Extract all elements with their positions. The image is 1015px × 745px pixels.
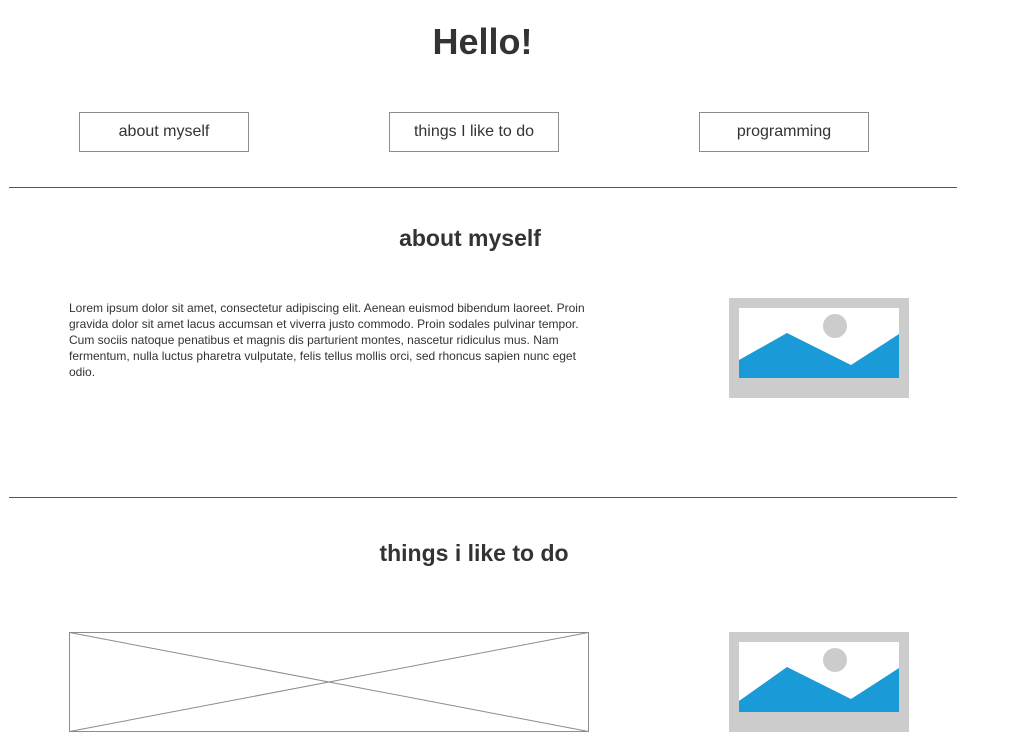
empty-placeholder-icon <box>69 632 589 732</box>
section-heading-about: about myself <box>399 225 541 251</box>
section-divider <box>9 187 957 188</box>
section-heading-things: things i like to do <box>379 540 569 566</box>
nav-button-label: things I like to do <box>413 123 535 140</box>
nav-button-about-myself[interactable]: about myself <box>79 112 249 152</box>
image-placeholder-icon <box>729 632 909 732</box>
section-divider <box>9 497 957 498</box>
page-title: Hello! <box>432 21 533 62</box>
nav-button-programming[interactable]: programming <box>699 112 869 152</box>
nav-button-things-i-like[interactable]: things I like to do <box>389 112 559 152</box>
nav-button-label: programming <box>736 123 832 140</box>
about-text: Lorem ipsum dolor sit amet, consectetur … <box>69 301 585 379</box>
nav-button-label: about myself <box>118 123 210 140</box>
image-placeholder-icon <box>729 298 909 398</box>
